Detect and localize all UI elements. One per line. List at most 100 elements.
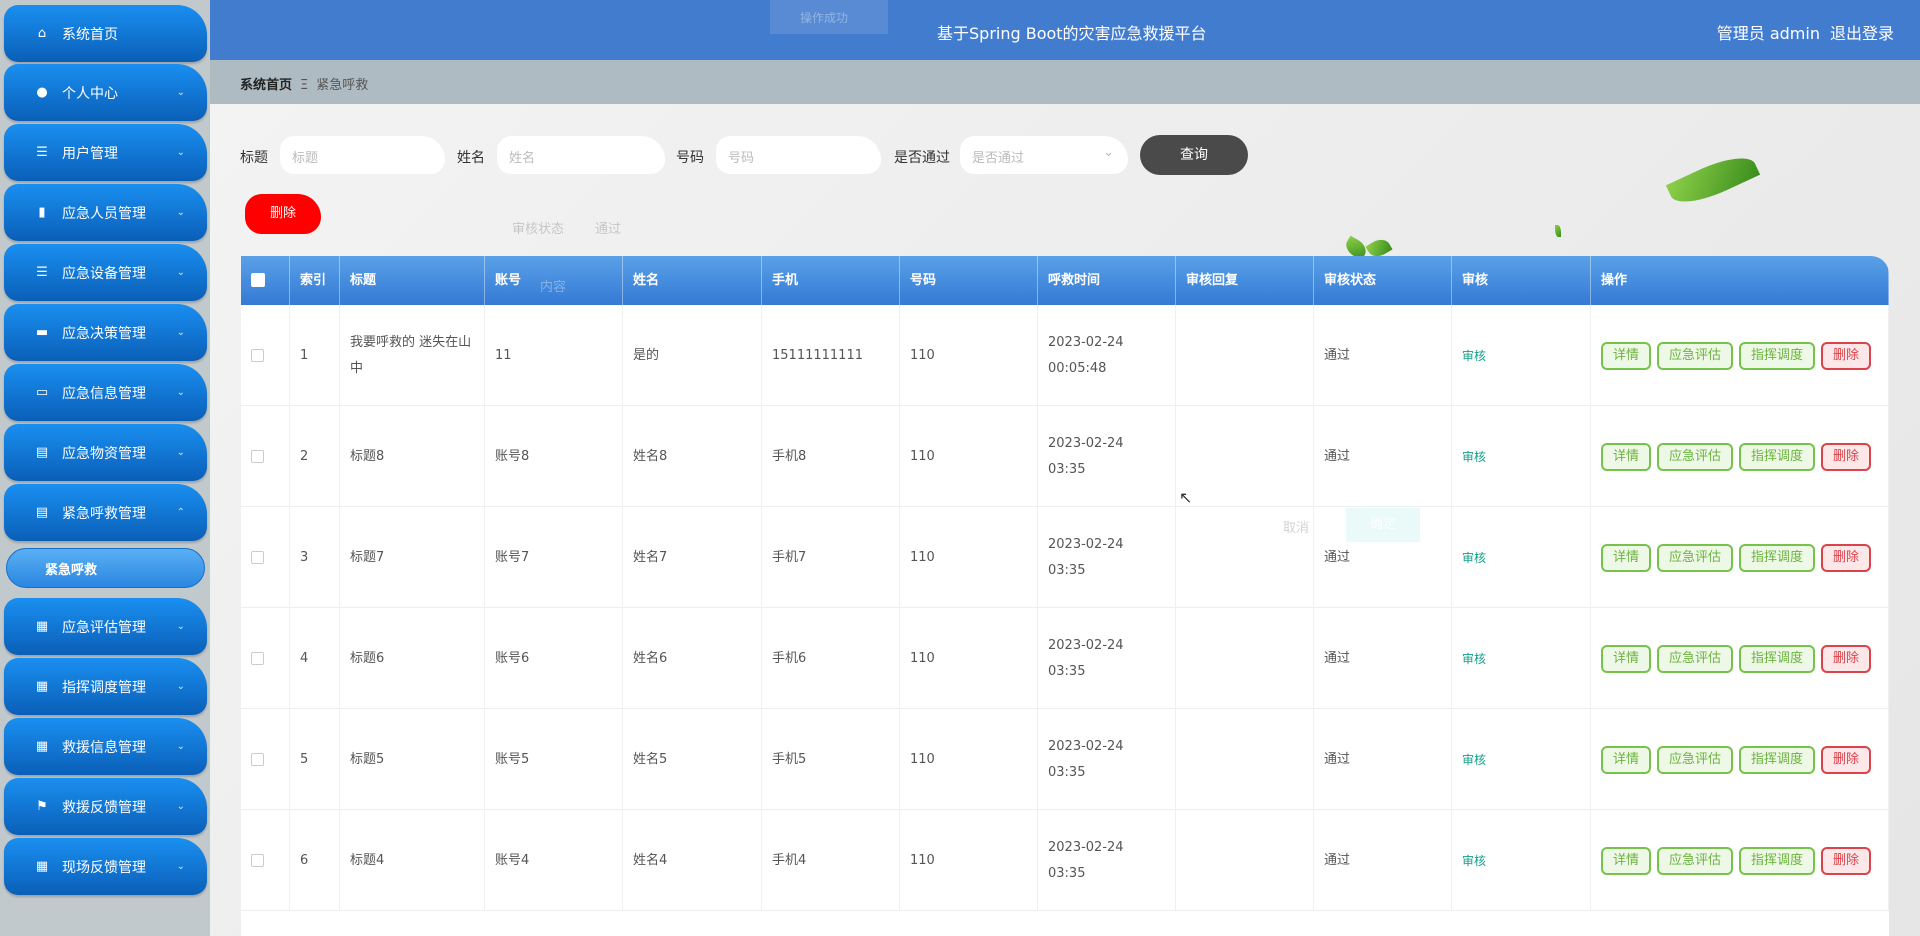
cell-time: 2023-02-24 03:35 [1048,637,1124,679]
dispatch-button[interactable]: 指挥调度 [1739,543,1816,572]
dispatch-button[interactable]: 指挥调度 [1739,644,1816,673]
sidebar-item-3[interactable]: ▮ 应急人员管理 ⌄ [4,184,207,241]
cell-audit[interactable]: 审核 [1462,747,1486,773]
detail-button[interactable]: 详情 [1601,745,1652,774]
row-checkbox[interactable] [251,450,264,463]
cell-audit[interactable]: 审核 [1462,545,1486,571]
row-checkbox[interactable] [251,753,264,766]
code-input[interactable]: 号码 [716,136,881,174]
list-icon: ☰ [36,265,48,280]
cell-time: 2023-02-24 00:05:48 [1048,334,1124,376]
row-delete-button[interactable]: 删除 [1821,543,1872,572]
cell-status: 通过 [1324,549,1351,565]
list-icon: ☰ [36,145,48,160]
cell-phone: 手机4 [772,852,807,868]
dispatch-button[interactable]: 指挥调度 [1739,341,1816,370]
assess-button[interactable]: 应急评估 [1657,442,1734,471]
assess-button[interactable]: 应急评估 [1657,745,1734,774]
dispatch-button[interactable]: 指挥调度 [1739,442,1816,471]
column-header-label: 审核 [1462,273,1489,288]
sidebar-item-8[interactable]: ▤ 紧急呼救管理 ⌃ [4,484,207,541]
assess-button[interactable]: 应急评估 [1657,543,1734,572]
row-delete-button[interactable]: 删除 [1821,644,1872,673]
select-all-checkbox[interactable] [251,273,265,287]
logout-link[interactable]: 退出登录 [1830,24,1894,43]
column-header-label: 手机 [772,273,799,288]
cell-phone: 15111111111 [772,347,863,363]
cell-audit[interactable]: 审核 [1462,646,1486,672]
row-checkbox[interactable] [251,854,264,867]
sidebar-item-6[interactable]: ▭ 应急信息管理 ⌄ [4,364,207,421]
sidebar-item-12[interactable]: ⚑ 救援反馈管理 ⌄ [4,778,207,835]
sidebar-item-label: 应急评估管理 [62,619,146,636]
detail-button[interactable]: 详情 [1601,644,1652,673]
assess-button[interactable]: 应急评估 [1657,341,1734,370]
dispatch-button[interactable]: 指挥调度 [1739,745,1816,774]
cell-account: 账号8 [495,448,530,464]
clipboard-check-icon: ▤ [35,505,49,520]
chevron-down-icon: ⌄ [176,327,185,338]
breadcrumb-home[interactable]: 系统首页 [240,78,292,93]
cell-audit[interactable]: 审核 [1462,848,1486,874]
cell-status: 通过 [1324,751,1351,767]
sidebar-item-label: 现场反馈管理 [62,859,146,876]
cell-status: 通过 [1324,448,1351,464]
chevron-down-icon: ⌄ [176,387,185,398]
batch-delete-button[interactable]: 删除 [245,194,321,234]
sidebar-item-7[interactable]: ▤ 应急物资管理 ⌄ [4,424,207,481]
sidebar-item-0[interactable]: ⌂ 系统首页 [4,5,207,62]
column-header-select[interactable] [241,256,290,305]
chevron-down-icon: ⌄ [176,147,185,158]
sidebar-item-5[interactable]: ▬ 应急决策管理 ⌄ [4,304,207,361]
name-input[interactable]: 姓名 [497,136,665,174]
cell-code: 110 [910,852,935,868]
assess-button[interactable]: 应急评估 [1657,644,1734,673]
cell-idx: 2 [300,448,309,464]
row-delete-button[interactable]: 删除 [1821,745,1872,774]
table-row: 5 标题5 账号5 姓名5 手机5 110 2023-02-24 03:35 通过 审核 详情 应急… [241,709,1889,810]
cell-account: 账号7 [495,549,530,565]
detail-button[interactable]: 详情 [1601,846,1652,875]
sidebar-item-2[interactable]: ☰ 用户管理 ⌄ [4,124,207,181]
assess-button[interactable]: 应急评估 [1657,846,1734,875]
row-delete-button[interactable]: 删除 [1821,442,1872,471]
sidebar-item-13[interactable]: ▦ 现场反馈管理 ⌄ [4,838,207,895]
row-checkbox[interactable] [251,551,264,564]
query-button[interactable]: 查询 [1140,135,1248,175]
cell-audit[interactable]: 审核 [1462,343,1486,369]
breadcrumb-separator: Ξ [300,78,309,93]
cell-audit[interactable]: 审核 [1462,444,1486,470]
sidebar-item-4[interactable]: ☰ 应急设备管理 ⌄ [4,244,207,301]
row-delete-button[interactable]: 删除 [1821,846,1872,875]
detail-button[interactable]: 详情 [1601,341,1652,370]
detail-button[interactable]: 详情 [1601,442,1652,471]
column-header-index: 索引 [290,256,340,305]
ghost-cancel: 取消 [1283,521,1310,536]
ghost-content-label: 内容 [540,280,567,295]
cell-code: 110 [910,347,935,363]
sidebar-subitem-emergency-call[interactable]: 紧急呼救 [6,548,205,588]
pass-select[interactable]: 是否通过 ⌄ [960,136,1128,174]
detail-button[interactable]: 详情 [1601,543,1652,572]
title-input[interactable]: 标题 [280,136,445,174]
top-header: 操作成功 基于Spring Boot的灾害应急救援平台 管理员 admin 退出登… [210,0,1920,60]
dispatch-button[interactable]: 指挥调度 [1739,846,1816,875]
row-checkbox[interactable] [251,652,264,665]
sidebar-item-label: 应急信息管理 [62,385,146,402]
breadcrumb: 系统首页 Ξ 紧急呼救 [210,60,1920,104]
column-header-label: 呼救时间 [1048,273,1101,288]
sidebar-item-11[interactable]: ▦ 救援信息管理 ⌄ [4,718,207,775]
cell-status: 通过 [1324,852,1351,868]
column-header-actions: 操作 [1591,256,1889,305]
cell-title: 标题8 [350,448,385,464]
sidebar-item-10[interactable]: ▦ 指挥调度管理 ⌄ [4,658,207,715]
chevron-down-icon: ⌄ [176,861,185,872]
sidebar-item-9[interactable]: ▦ 应急评估管理 ⌄ [4,598,207,655]
row-checkbox[interactable] [251,349,264,362]
chevron-down-icon: ⌄ [176,681,185,692]
sidebar-item-1[interactable]: ● 个人中心 ⌄ [4,64,207,121]
ghost-confirm: 确定 [1346,508,1420,542]
breadcrumb-current: 紧急呼救 [316,78,369,93]
row-delete-button[interactable]: 删除 [1821,341,1872,370]
column-header-label: 号码 [910,273,937,288]
